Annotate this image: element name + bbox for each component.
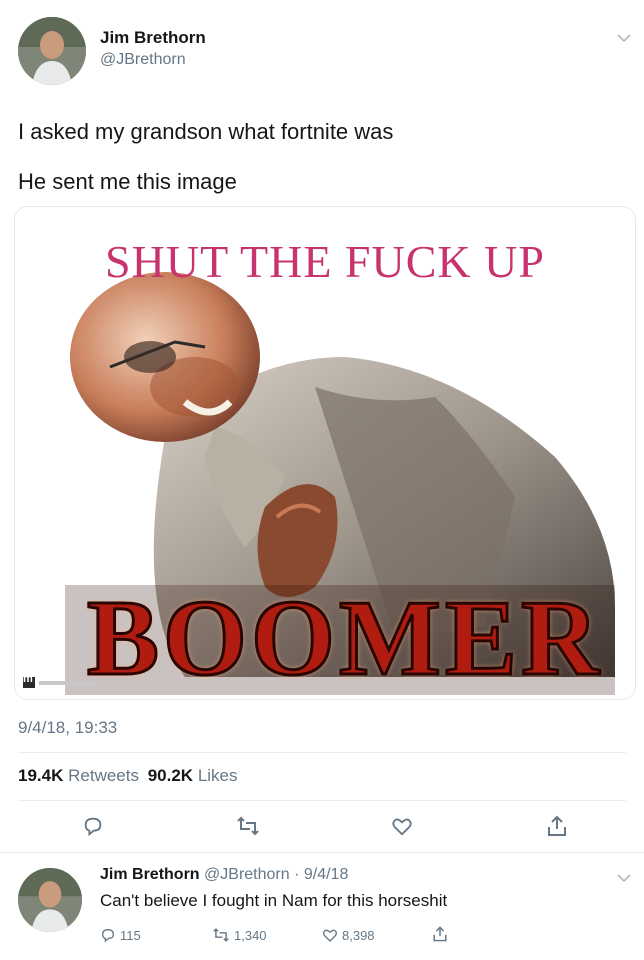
reply-header: Jim Brethorn @JBrethorn · 9/4/18: [100, 866, 348, 884]
reply-author-handle[interactable]: @JBrethorn: [204, 866, 290, 883]
reply-author-avatar[interactable]: [18, 868, 82, 932]
retweet-icon: [237, 816, 259, 836]
retweets-count[interactable]: 19.4K: [18, 766, 63, 785]
tweet-text-line-1: I asked my grandson what fortnite was: [18, 119, 394, 144]
likes-count[interactable]: 90.2K: [148, 766, 193, 785]
reply-text: Can't believe I fought in Nam for this h…: [100, 891, 448, 910]
share-button[interactable]: [546, 814, 568, 838]
author-handle[interactable]: @JBrethorn: [100, 51, 186, 69]
reply-retweet-count: 1,340: [234, 927, 267, 943]
author-avatar[interactable]: [18, 17, 86, 85]
like-button[interactable]: [391, 815, 413, 837]
reply-like-button[interactable]: 8,398: [322, 927, 375, 943]
likes-label[interactable]: Likes: [198, 766, 238, 785]
meme-bottom-caption: BOOMER: [85, 578, 603, 700]
retweet-icon: [213, 928, 229, 942]
chevron-down-icon[interactable]: [617, 870, 631, 888]
like-icon: [323, 929, 337, 942]
reply-icon: [84, 817, 102, 837]
meme-watermark: m: [23, 673, 33, 685]
share-icon: [548, 815, 566, 836]
reply-button[interactable]: [82, 815, 104, 837]
tweet-stats: 19.4K Retweets 90.2K Likes: [18, 766, 238, 786]
share-icon: [433, 926, 447, 942]
divider: [18, 752, 626, 753]
reply-icon: [101, 928, 115, 943]
retweets-label[interactable]: Retweets: [68, 766, 139, 785]
reply-retweet-button[interactable]: 1,340: [212, 927, 267, 943]
retweet-button[interactable]: [236, 815, 260, 837]
divider: [0, 852, 644, 853]
reply-reply-button[interactable]: 115: [100, 927, 141, 943]
reply-like-count: 8,398: [342, 927, 375, 943]
like-icon: [392, 818, 412, 836]
chevron-down-icon[interactable]: [617, 30, 631, 48]
divider: [18, 800, 626, 801]
author-name[interactable]: Jim Brethorn: [100, 28, 206, 48]
reply-share-button[interactable]: [432, 925, 448, 943]
tweet-text-line-2: He sent me this image: [18, 169, 237, 194]
tweet-media-image[interactable]: SHUT THE FUCK UP BOOMER m: [14, 206, 636, 700]
meme-top-caption: SHUT THE FUCK UP: [105, 236, 545, 287]
reply-author-name[interactable]: Jim Brethorn: [100, 866, 200, 883]
reply-date[interactable]: · 9/4/18: [294, 866, 348, 883]
reply-reply-count: 115: [120, 927, 141, 943]
tweet-timestamp[interactable]: 9/4/18, 19:33: [18, 718, 117, 738]
